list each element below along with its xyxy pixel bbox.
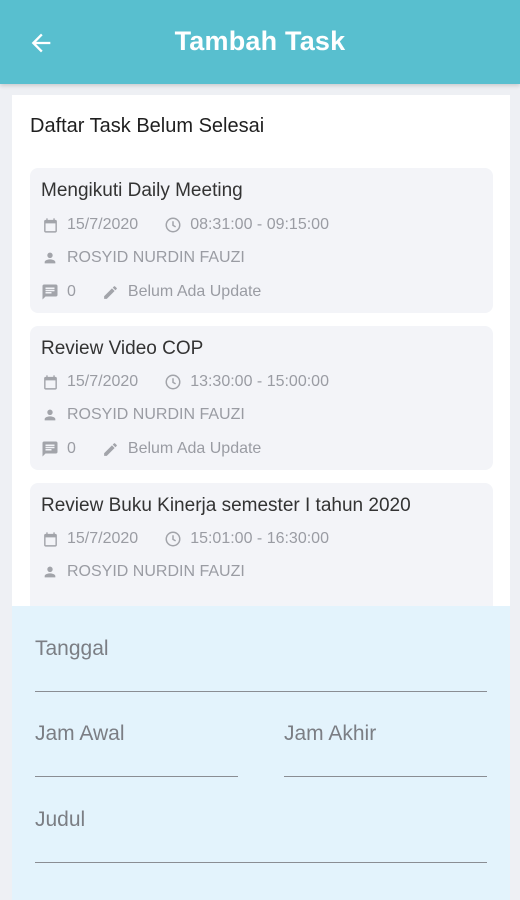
comment-count: 0 (67, 283, 76, 300)
tanggal-field[interactable]: Tanggal (35, 637, 487, 692)
clock-icon (164, 373, 182, 391)
task-title: Mengikuti Daily Meeting (41, 180, 243, 201)
task-person: ROSYID NURDIN FAUZI (67, 249, 245, 266)
calendar-icon (41, 216, 59, 234)
update-status: Belum Ada Update (127, 283, 262, 300)
judul-field[interactable]: Judul (35, 808, 487, 863)
person-icon (41, 563, 59, 581)
field-underline (284, 775, 487, 777)
calendar-icon (41, 373, 59, 391)
task-item[interactable]: Review Video COP 15/7/2020 13:30:00 - 15… (30, 326, 493, 470)
jam-akhir-field[interactable]: Jam Akhir (284, 722, 487, 777)
task-list-title: Daftar Task Belum Selesai (30, 115, 265, 137)
task-time: 08:31:00 - 09:15:00 (190, 216, 329, 233)
task-item[interactable]: Review Buku Kinerja semester I tahun 202… (30, 483, 493, 615)
jam-akhir-label: Jam Akhir (284, 722, 377, 745)
task-person: ROSYID NURDIN FAUZI (67, 563, 245, 580)
pencil-icon (102, 440, 120, 458)
person-icon (41, 249, 59, 267)
page-title: Tambah Task (174, 26, 346, 56)
field-underline (35, 861, 487, 863)
tanggal-label: Tanggal (35, 637, 109, 660)
jam-awal-label: Jam Awal (35, 722, 125, 745)
comment-icon (41, 440, 59, 458)
task-date: 15/7/2020 (67, 216, 139, 233)
clock-icon (164, 216, 182, 234)
comment-count: 0 (67, 440, 76, 457)
task-date: 15/7/2020 (67, 373, 139, 390)
field-underline (35, 775, 238, 777)
task-title: Review Buku Kinerja semester I tahun 202… (41, 495, 411, 516)
task-list-card: Daftar Task Belum Selesai Mengikuti Dail… (12, 95, 510, 615)
task-time: 13:30:00 - 15:00:00 (190, 373, 329, 390)
task-person: ROSYID NURDIN FAUZI (67, 406, 245, 423)
task-time: 15:01:00 - 16:30:00 (190, 530, 329, 547)
calendar-icon (41, 530, 59, 548)
comment-icon (41, 283, 59, 301)
judul-label: Judul (35, 808, 86, 831)
update-status: Belum Ada Update (127, 440, 262, 457)
clock-icon (164, 530, 182, 548)
task-item[interactable]: Mengikuti Daily Meeting 15/7/2020 08:31:… (30, 168, 493, 313)
pencil-icon (102, 283, 120, 301)
jam-awal-field[interactable]: Jam Awal (35, 722, 238, 777)
app-bar: Tambah Task (0, 0, 520, 84)
person-icon (41, 406, 59, 424)
task-form: Tanggal Jam Awal Jam Akhir Judul (12, 606, 510, 900)
task-date: 15/7/2020 (67, 530, 139, 547)
task-title: Review Video COP (41, 338, 204, 359)
field-underline (35, 690, 487, 692)
